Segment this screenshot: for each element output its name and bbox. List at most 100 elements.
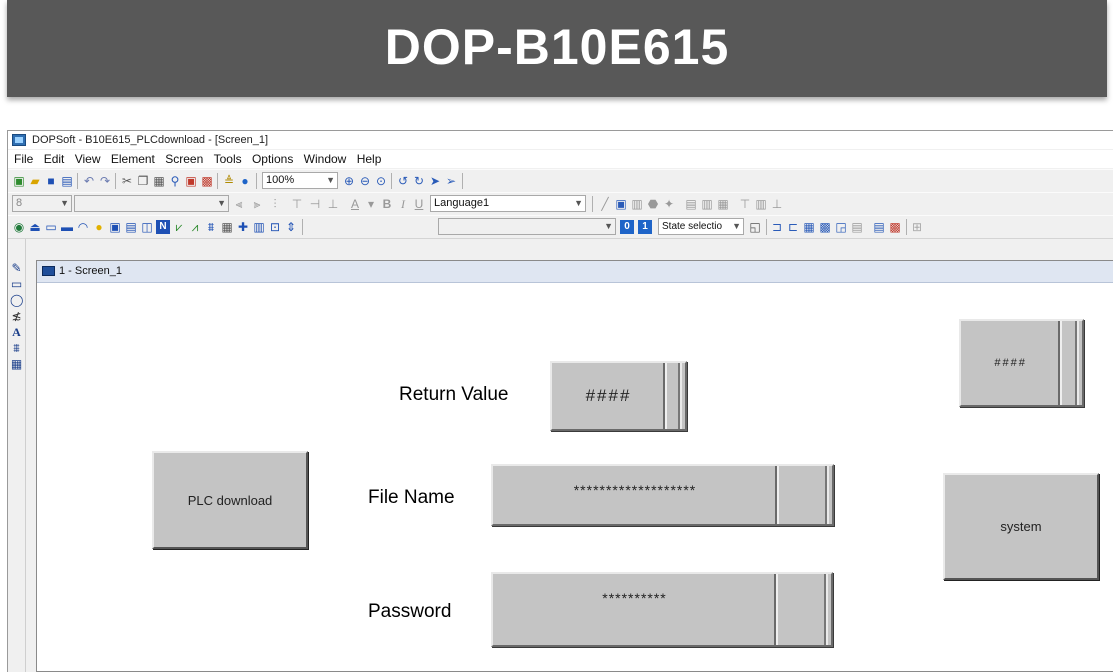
table-icon[interactable]: ▦: [10, 357, 23, 371]
pointer-icon[interactable]: ➤: [428, 174, 442, 188]
status-display[interactable]: ####: [959, 319, 1084, 407]
alarm-icon[interactable]: ⩩: [204, 220, 218, 234]
paste-icon[interactable]: ▦: [152, 174, 166, 188]
font-color-icon[interactable]: A: [348, 197, 362, 211]
screen-icon[interactable]: ◫: [140, 220, 154, 234]
bottom-align-icon[interactable]: ⊥: [770, 197, 784, 211]
font-size-select[interactable]: 8 ▼: [12, 195, 72, 212]
open-icon[interactable]: ▰: [28, 174, 42, 188]
dropdown-icon[interactable]: ▾: [364, 197, 378, 211]
table-icon[interactable]: ▥: [252, 220, 266, 234]
align-objects-icon[interactable]: ▥: [630, 197, 644, 211]
pen-icon[interactable]: ✎: [10, 261, 23, 275]
rotate-left-icon[interactable]: ↺: [396, 174, 410, 188]
menu-screen[interactable]: Screen: [165, 150, 203, 168]
system-button[interactable]: system: [943, 473, 1099, 580]
zoom-fit-icon[interactable]: ⊙: [374, 174, 388, 188]
group-icon[interactable]: ⊐: [770, 220, 784, 234]
redo-icon[interactable]: ↷: [98, 174, 112, 188]
cross-icon[interactable]: ✚: [236, 220, 250, 234]
cut-icon[interactable]: ✂: [120, 174, 134, 188]
bold-icon[interactable]: B: [380, 197, 394, 211]
scale-icon[interactable]: ⩩: [10, 341, 23, 355]
disabled-tool-icon[interactable]: ⊞: [910, 220, 924, 234]
rotate-right-icon[interactable]: ↻: [412, 174, 426, 188]
folder-icon[interactable]: ⊡: [268, 220, 282, 234]
screen-tab[interactable]: 1 - Screen_1: [37, 261, 1113, 283]
plc-download-button[interactable]: PLC download: [152, 451, 308, 549]
language-select[interactable]: Language1 ▼: [430, 195, 586, 212]
italic-icon[interactable]: I: [396, 197, 410, 211]
bar-icon[interactable]: ▬: [60, 220, 74, 234]
keypad-icon[interactable]: ▦: [220, 220, 234, 234]
simulation-icon[interactable]: ▤: [872, 220, 886, 234]
save-all-icon[interactable]: ▤: [60, 174, 74, 188]
state-one-icon[interactable]: 1: [638, 220, 652, 234]
display-icon[interactable]: ▤: [124, 220, 138, 234]
align-right-icon[interactable]: ⫶: [268, 197, 282, 211]
polyline-icon[interactable]: ≴: [10, 309, 23, 323]
xy-chart-icon[interactable]: ⩘: [188, 220, 202, 234]
layer-icon[interactable]: ▩: [818, 220, 832, 234]
same-size-icon[interactable]: ▦: [716, 197, 730, 211]
find-icon[interactable]: ⚲: [168, 174, 182, 188]
circle-icon[interactable]: ●: [92, 220, 106, 234]
meter-icon[interactable]: ▭: [44, 220, 58, 234]
properties-icon[interactable]: ◱: [748, 220, 762, 234]
distribute-icon[interactable]: ⬣: [646, 197, 660, 211]
ellipse-icon[interactable]: ◯: [10, 293, 23, 307]
same-width-icon[interactable]: ▤: [684, 197, 698, 211]
pointer-alt-icon[interactable]: ➢: [444, 174, 458, 188]
distribute-v-icon[interactable]: ✦: [662, 197, 676, 211]
text-icon[interactable]: A: [10, 325, 23, 339]
valign-top-icon[interactable]: ⊤: [290, 197, 304, 211]
library-icon[interactable]: ◲: [834, 220, 848, 234]
new-icon[interactable]: ▣: [12, 174, 26, 188]
disabled-tool-icon[interactable]: ▤: [850, 220, 864, 234]
bring-front-icon[interactable]: ▣: [614, 197, 628, 211]
menu-options[interactable]: Options: [252, 150, 293, 168]
lamp-icon[interactable]: ⏏: [28, 220, 42, 234]
screen-canvas[interactable]: Return Value #### PLC download File Name…: [37, 283, 1113, 671]
top-align-icon[interactable]: ⊤: [738, 197, 752, 211]
password-field[interactable]: **********: [491, 572, 833, 647]
valign-middle-icon[interactable]: ⊣: [308, 197, 322, 211]
copy-icon[interactable]: ❐: [136, 174, 150, 188]
numeric-entry-icon[interactable]: N: [156, 220, 170, 234]
font-name-select[interactable]: ▼: [74, 195, 229, 212]
menu-help[interactable]: Help: [357, 150, 382, 168]
menu-file[interactable]: File: [14, 150, 33, 168]
zoom-out-icon[interactable]: ⊖: [358, 174, 372, 188]
undo-icon[interactable]: ↶: [82, 174, 96, 188]
align-left-icon[interactable]: ⫷: [232, 197, 246, 211]
download-icon[interactable]: ▩: [200, 174, 214, 188]
return-value-display[interactable]: ####: [550, 361, 687, 431]
valign-bottom-icon[interactable]: ⊥: [326, 197, 340, 211]
zoom-select[interactable]: 100% ▼: [262, 172, 338, 189]
compile-icon[interactable]: ▣: [184, 174, 198, 188]
save-icon[interactable]: ■: [44, 174, 58, 188]
upload-icon[interactable]: ≜: [222, 174, 236, 188]
menu-tools[interactable]: Tools: [214, 150, 242, 168]
file-name-field[interactable]: *******************: [491, 464, 834, 526]
menu-view[interactable]: View: [75, 150, 101, 168]
button-icon[interactable]: ◉: [12, 220, 26, 234]
zoom-in-icon[interactable]: ⊕: [342, 174, 356, 188]
ungroup-icon[interactable]: ⊏: [786, 220, 800, 234]
align-center-icon[interactable]: ⫸: [250, 197, 264, 211]
trend-icon[interactable]: ⩗: [172, 220, 186, 234]
info-icon[interactable]: ●: [238, 174, 252, 188]
menu-icon[interactable]: ⇕: [284, 220, 298, 234]
state-zero-icon[interactable]: 0: [620, 220, 634, 234]
rectangle-icon[interactable]: ▭: [10, 277, 23, 291]
stop-icon[interactable]: ▩: [888, 220, 902, 234]
line-icon[interactable]: ╱: [598, 197, 612, 211]
same-height-icon[interactable]: ▥: [700, 197, 714, 211]
state-text-select[interactable]: ▼: [438, 218, 616, 235]
pipe-icon[interactable]: ◠: [76, 220, 90, 234]
numeric-icon[interactable]: ▣: [108, 220, 122, 234]
underline-icon[interactable]: U: [412, 197, 426, 211]
menu-window[interactable]: Window: [304, 150, 347, 168]
middle-align-icon[interactable]: ▥: [754, 197, 768, 211]
menu-edit[interactable]: Edit: [44, 150, 65, 168]
